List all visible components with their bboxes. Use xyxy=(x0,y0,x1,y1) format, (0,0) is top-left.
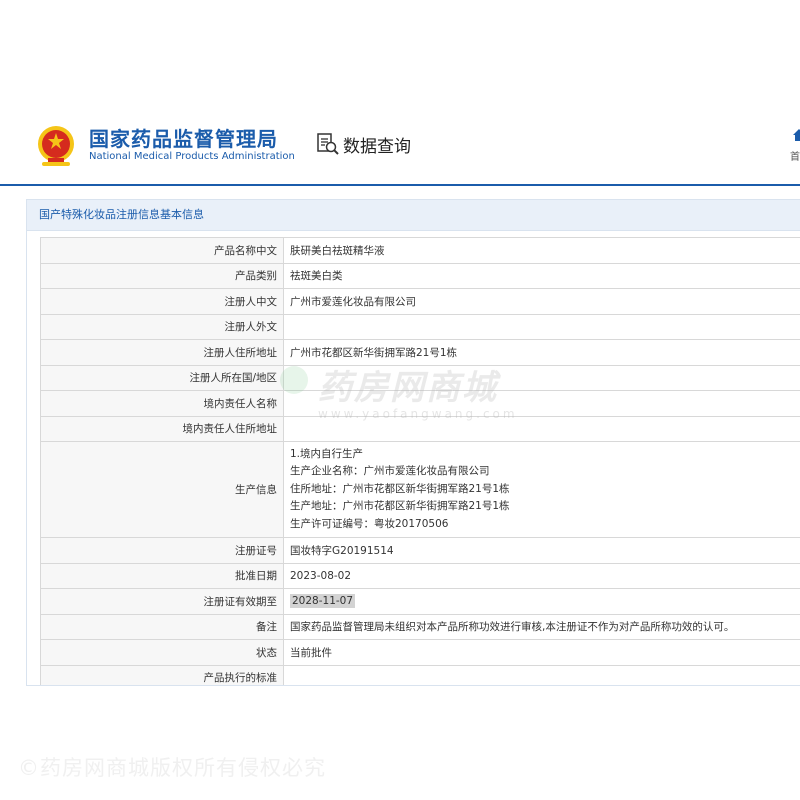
production-line: 住所地址：广州市花都区新华街拥军路21号1栋 xyxy=(290,482,510,495)
production-line: 1.境内自行生产 xyxy=(290,447,364,460)
row-value: 2023-08-02 xyxy=(283,562,800,589)
production-line: 生产许可证编号：粤妆20170506 xyxy=(290,517,449,530)
row-value: 广州市花都区新华街拥军路21号1栋 xyxy=(283,339,800,366)
row-label: 生产信息 xyxy=(40,441,284,538)
row-label: 境内责任人住所地址 xyxy=(40,415,284,442)
table-row: 产品执行的标准 xyxy=(40,664,800,685)
row-value xyxy=(283,313,800,340)
table-row: 注册人所在国/地区 xyxy=(40,364,800,391)
registration-info-table: 产品名称中文 肤研美白祛斑精华液 产品类别 祛斑美白类 注册人中文 广州市爱莲化… xyxy=(40,237,800,685)
row-label: 注册人外文 xyxy=(40,313,284,340)
table-row-production: 生产信息 1.境内自行生产 生产企业名称：广州市爱莲化妆品有限公司 住所地址：广… xyxy=(40,441,800,538)
row-label: 注册人所在国/地区 xyxy=(40,364,284,391)
table-row: 境内责任人名称 xyxy=(40,390,800,417)
table-row: 注册证号 国妆特字G20191514 xyxy=(40,537,800,564)
highlighted-date: 2028-11-07 xyxy=(290,594,356,609)
row-label: 批准日期 xyxy=(40,562,284,589)
row-label: 境内责任人名称 xyxy=(40,390,284,417)
row-value: 当前批件 xyxy=(283,639,800,666)
site-header: 国家药品监督管理局 National Medical Products Admi… xyxy=(0,112,800,184)
panel-title: 国产特殊化妆品注册信息基本信息 xyxy=(27,200,800,231)
table-row: 注册人外文 xyxy=(40,313,800,340)
national-emblem-icon xyxy=(38,126,74,166)
table-row: 批准日期 2023-08-02 xyxy=(40,562,800,589)
row-value: 国妆特字G20191514 xyxy=(283,537,800,564)
row-value xyxy=(283,364,800,391)
row-value: 广州市爱莲化妆品有限公司 xyxy=(283,288,800,315)
row-value xyxy=(283,664,800,685)
production-line: 生产地址：广州市花都区新华街拥军路21号1栋 xyxy=(290,500,510,513)
table-row: 备注 国家药品监督管理局未组织对本产品所称功效进行审核,本注册证不作为对产品所称… xyxy=(40,613,800,640)
row-label: 产品名称中文 xyxy=(40,237,284,264)
data-query-label: 数据查询 xyxy=(343,136,411,157)
row-label: 注册证号 xyxy=(40,537,284,564)
header-divider xyxy=(0,184,800,186)
production-line: 生产企业名称：广州市爱莲化妆品有限公司 xyxy=(290,465,490,478)
row-value: 肤研美白祛斑精华液 xyxy=(283,237,800,264)
row-value xyxy=(283,415,800,442)
table-row: 产品类别 祛斑美白类 xyxy=(40,262,800,289)
org-name-en: National Medical Products Administration xyxy=(89,151,295,162)
table-row: 产品名称中文 肤研美白祛斑精华液 xyxy=(40,237,800,264)
row-label: 注册人住所地址 xyxy=(40,339,284,366)
row-value: 国家药品监督管理局未组织对本产品所称功效进行审核,本注册证不作为对产品所称功效的… xyxy=(283,613,800,640)
table-row: 状态 当前批件 xyxy=(40,639,800,666)
table-row: 注册人中文 广州市爱莲化妆品有限公司 xyxy=(40,288,800,315)
data-query-link[interactable]: 数据查询 xyxy=(316,129,411,159)
row-value: 祛斑美白类 xyxy=(283,262,800,289)
row-label: 状态 xyxy=(40,639,284,666)
row-label: 注册人中文 xyxy=(40,288,284,315)
document-search-icon xyxy=(317,133,339,155)
table-row: 注册证有效期至 2028-11-07 xyxy=(40,588,800,615)
row-label: 产品类别 xyxy=(40,262,284,289)
table-row: 注册人住所地址 广州市花都区新华街拥军路21号1栋 xyxy=(40,339,800,366)
home-icon xyxy=(793,129,800,141)
row-label: 备注 xyxy=(40,613,284,640)
org-name-cn: 国家药品监督管理局 xyxy=(89,127,278,151)
row-value xyxy=(283,390,800,417)
copyright-watermark: ©药房网商城版权所有侵权必究 xyxy=(18,756,326,780)
home-label: 首 xyxy=(790,152,800,163)
table-row: 境内责任人住所地址 xyxy=(40,415,800,442)
row-label: 产品执行的标准 xyxy=(40,664,284,685)
row-value: 2028-11-07 xyxy=(283,588,800,615)
home-link[interactable]: 首 xyxy=(788,128,800,168)
production-info: 1.境内自行生产 生产企业名称：广州市爱莲化妆品有限公司 住所地址：广州市花都区… xyxy=(283,441,800,538)
registration-info-panel: 国产特殊化妆品注册信息基本信息 产品名称中文 肤研美白祛斑精华液 产品类别 祛斑… xyxy=(26,199,800,686)
row-label: 注册证有效期至 xyxy=(40,588,284,615)
